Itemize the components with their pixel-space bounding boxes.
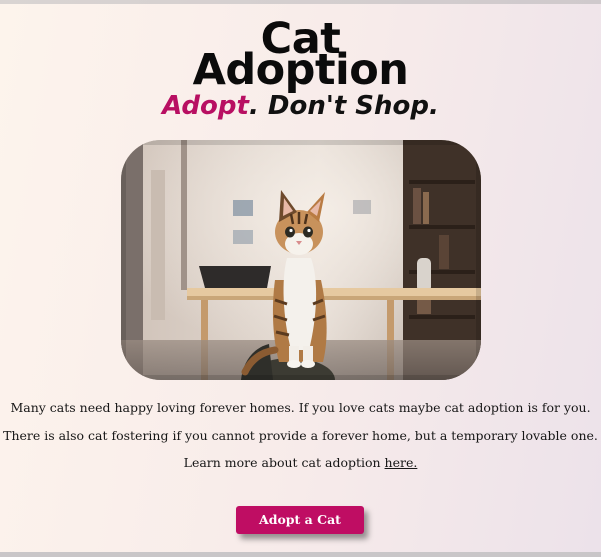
tagline-rest: . Don't Shop. xyxy=(248,91,439,121)
page-title-line2: Adoption xyxy=(192,45,409,95)
cat-photo-illustration xyxy=(121,140,481,380)
top-border xyxy=(0,0,601,4)
adopt-a-cat-button[interactable]: Adopt a Cat xyxy=(236,506,364,534)
fostering-paragraph: There is also cat fostering if you canno… xyxy=(3,428,598,443)
cat-photo xyxy=(121,140,481,380)
tagline-accent: Adopt xyxy=(162,91,249,121)
learn-more-text: Learn more about cat adoption xyxy=(183,455,385,470)
intro-paragraph: Many cats need happy loving forever home… xyxy=(10,400,591,415)
learn-more-link[interactable]: here. xyxy=(385,455,418,470)
tagline: Adopt. Don't Shop. xyxy=(0,88,601,124)
learn-more-paragraph: Learn more about cat adoption here. xyxy=(0,455,601,471)
bottom-border xyxy=(0,552,601,557)
